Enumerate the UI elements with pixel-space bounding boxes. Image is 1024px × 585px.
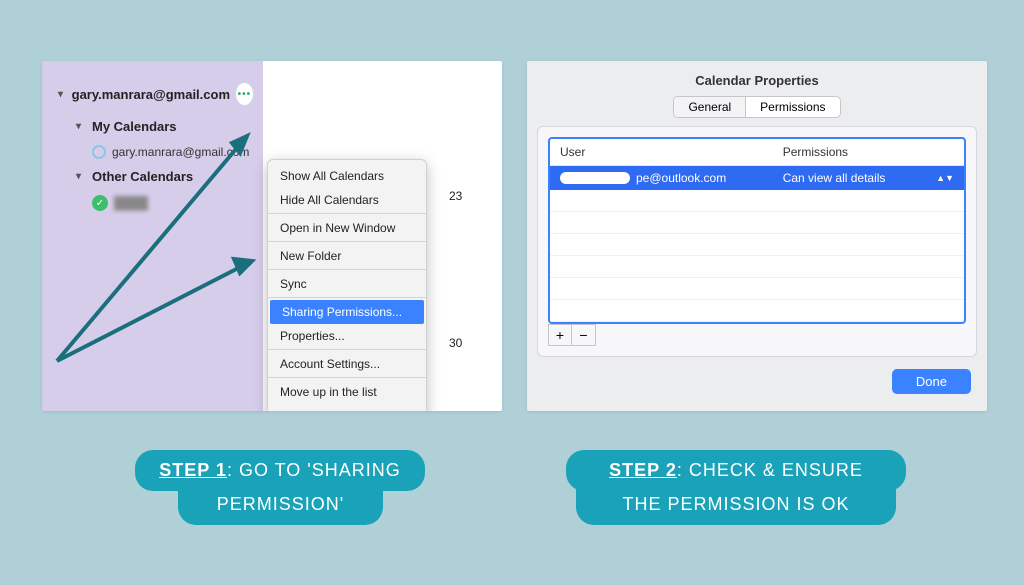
- user-cell: pe@outlook.com: [636, 171, 726, 185]
- group-label: Other Calendars: [92, 169, 193, 184]
- step-text: THE PERMISSION IS OK: [622, 494, 849, 514]
- step2-caption-line2: THE PERMISSION IS OK: [576, 484, 896, 525]
- check-icon: ✓: [92, 195, 108, 211]
- menu-item-sync[interactable]: Sync: [268, 272, 426, 298]
- table-row: [550, 190, 964, 212]
- permissions-card: User Permissions pe@outlook.com Can view…: [537, 126, 977, 357]
- step-number: STEP 1: [159, 460, 227, 480]
- permissions-table: User Permissions pe@outlook.com Can view…: [548, 137, 966, 324]
- calendar-item[interactable]: gary.manrara@gmail.com: [52, 142, 253, 165]
- table-row[interactable]: pe@outlook.com Can view all details ▲▼: [550, 166, 964, 190]
- step1-screenshot: ▾ gary.manrara@gmail.com ••• ▾ My Calend…: [42, 61, 502, 411]
- step-number: STEP 2: [609, 460, 677, 480]
- add-remove-buttons: + −: [548, 324, 966, 346]
- menu-item-show-all[interactable]: Show All Calendars: [268, 164, 426, 188]
- table-row: [550, 278, 964, 300]
- calendar-day-number: 30: [449, 336, 462, 350]
- menu-item-move-up[interactable]: Move up in the list: [268, 380, 426, 404]
- account-label: gary.manrara@gmail.com: [72, 87, 230, 102]
- table-header: User Permissions: [550, 139, 964, 166]
- chevron-down-icon: ▾: [58, 89, 66, 100]
- more-options-button[interactable]: •••: [236, 83, 253, 105]
- chevron-down-icon: ▾: [76, 121, 86, 132]
- tab-permissions[interactable]: Permissions: [745, 97, 839, 117]
- chevron-down-icon: ▾: [76, 171, 86, 182]
- redacted-pill: [560, 172, 630, 184]
- step2-screenshot: Calendar Properties General Permissions …: [527, 61, 987, 411]
- account-row[interactable]: ▾ gary.manrara@gmail.com •••: [52, 79, 253, 115]
- table-row: [550, 234, 964, 256]
- step1-caption-line2: PERMISSION': [178, 484, 383, 525]
- menu-item-hide-all[interactable]: Hide All Calendars: [268, 188, 426, 214]
- updown-icon[interactable]: ▲▼: [936, 173, 954, 183]
- menu-item-properties[interactable]: Properties...: [268, 324, 426, 350]
- other-calendars-group[interactable]: ▾ Other Calendars: [52, 165, 253, 192]
- tab-switcher: General Permissions: [527, 96, 987, 118]
- step-text: : GO TO 'SHARING: [227, 460, 401, 480]
- calendar-label: ████: [114, 196, 148, 210]
- calendar-label: gary.manrara@gmail.com: [112, 145, 249, 159]
- my-calendars-group[interactable]: ▾ My Calendars: [52, 115, 253, 142]
- menu-item-account-settings[interactable]: Account Settings...: [268, 352, 426, 378]
- menu-item-move-down: Move down in the list: [268, 404, 426, 411]
- table-row: [550, 256, 964, 278]
- calendar-day-number: 23: [449, 189, 462, 203]
- table-row: [550, 300, 964, 322]
- header-permissions: Permissions: [783, 145, 954, 159]
- tab-general[interactable]: General: [674, 97, 745, 117]
- context-menu: Show All Calendars Hide All Calendars Op…: [267, 159, 427, 411]
- calendar-item[interactable]: ✓ ████: [52, 192, 253, 217]
- dialog-title: Calendar Properties: [527, 61, 987, 96]
- done-button[interactable]: Done: [892, 369, 971, 394]
- menu-item-open-new[interactable]: Open in New Window: [268, 216, 426, 242]
- permission-cell: Can view all details: [783, 171, 886, 185]
- menu-item-new-folder[interactable]: New Folder: [268, 244, 426, 270]
- group-label: My Calendars: [92, 119, 177, 134]
- calendar-sidebar: ▾ gary.manrara@gmail.com ••• ▾ My Calend…: [42, 61, 263, 217]
- add-user-button[interactable]: +: [548, 324, 572, 346]
- header-user: User: [560, 145, 783, 159]
- table-row: [550, 212, 964, 234]
- step-text: PERMISSION': [217, 494, 344, 514]
- menu-item-sharing-permissions[interactable]: Sharing Permissions...: [270, 300, 424, 324]
- step-text: : CHECK & ENSURE: [677, 460, 863, 480]
- calendar-color-icon: [92, 145, 106, 159]
- remove-user-button[interactable]: −: [572, 324, 596, 346]
